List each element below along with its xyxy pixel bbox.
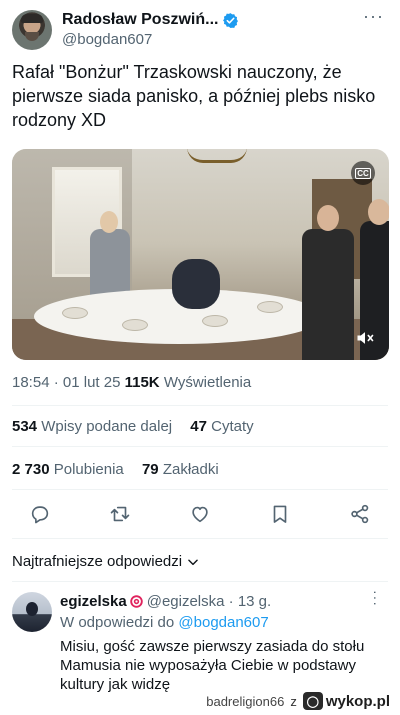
likes-label: Polubienia: [53, 461, 124, 478]
bookmarks-stat[interactable]: 79 Zakładki: [142, 461, 219, 478]
reposts-quotes-row: 534 Wpisy podane dalej 47 Cytaty: [12, 418, 254, 435]
wykop-logo-icon: ◯: [302, 692, 323, 710]
video-scene-plate: [62, 307, 88, 319]
reply-to-prefix: W odpowiedzi do: [60, 614, 175, 631]
tweet-header: Radosław Poszwiń... @bogdan607 ···: [0, 0, 400, 56]
verified-badge-icon: [223, 12, 239, 28]
divider: [12, 446, 388, 447]
quotes-count: 47: [190, 418, 207, 435]
retweet-icon[interactable]: [109, 503, 131, 525]
video-scene-person-head: [100, 211, 118, 233]
reply-author-name[interactable]: egizelska: [60, 593, 127, 610]
reposts-count: 534: [12, 418, 38, 435]
wykop-watermark: badreligion66 z ◯ wykop.pl: [206, 690, 390, 712]
reply-author-avatar[interactable]: [12, 592, 52, 632]
wykop-logo: ◯ wykop.pl: [302, 692, 390, 710]
share-icon[interactable]: [349, 503, 371, 525]
divider: [12, 538, 388, 539]
reposts-label: Wpisy podane dalej: [41, 418, 173, 435]
like-icon[interactable]: [189, 503, 211, 525]
watermark-z: z: [290, 693, 297, 709]
video-scene-plate: [202, 315, 228, 327]
reply-separator: ·: [228, 593, 234, 610]
reply-icon[interactable]: [29, 503, 51, 525]
replies-sort-dropdown[interactable]: Najtrafniejsze odpowiedzi: [12, 553, 200, 570]
tweet-video[interactable]: CC: [12, 149, 389, 360]
reply-more-options-icon[interactable]: ···: [368, 590, 384, 607]
meta-separator: ·: [53, 374, 59, 391]
quotes-stat[interactable]: 47 Cytaty: [190, 418, 253, 435]
divider: [12, 489, 388, 490]
avatar-hat: [21, 14, 43, 23]
reply-avatar-figure: [26, 602, 38, 616]
bookmarks-count: 79: [141, 461, 159, 478]
divider: [12, 405, 388, 406]
video-scene-person-head: [368, 199, 389, 225]
likes-stat[interactable]: 2 730 Polubienia: [12, 461, 124, 478]
views-count: 115K: [124, 374, 160, 391]
author-display-name[interactable]: Radosław Poszwiń...: [62, 11, 218, 29]
mute-icon[interactable]: [355, 328, 375, 348]
bookmark-icon[interactable]: [269, 503, 291, 525]
likes-count: 2 730: [12, 461, 50, 478]
tweet-meta: 18:54 · 01 lut 25 115K Wyświetlenia: [12, 374, 251, 391]
tweet-date[interactable]: 01 lut 25: [63, 374, 121, 391]
reply-author-handle[interactable]: @egizelska: [147, 593, 225, 610]
video-scene-person: [172, 259, 220, 309]
views-label: Wyświetlenia: [163, 374, 252, 391]
video-scene-plate: [257, 301, 283, 313]
quotes-label: Cytaty: [211, 418, 254, 435]
author-handle[interactable]: @bogdan607: [62, 31, 152, 48]
watermark-site: wykop.pl: [325, 692, 390, 710]
author-avatar[interactable]: [12, 10, 52, 50]
chevron-down-icon: [188, 559, 198, 565]
replies-sort-label: Najtrafniejsze odpowiedzi: [12, 553, 183, 570]
closed-captions-label: CC: [355, 167, 371, 179]
video-scene-chandelier: [187, 149, 247, 163]
tweet-action-bar: [0, 500, 400, 530]
video-scene-person-head: [317, 205, 339, 231]
reply-header: egizelska @egizelska · 13 g.: [60, 593, 271, 610]
reposts-stat[interactable]: 534 Wpisy podane dalej: [12, 418, 172, 435]
tweet-time[interactable]: 18:54: [12, 374, 50, 391]
closed-captions-icon[interactable]: CC: [351, 161, 375, 185]
divider: [12, 581, 388, 582]
video-scene-person: [302, 229, 354, 360]
bookmarks-label: Zakładki: [162, 461, 219, 478]
tweet-text: Rafał "Bonżur" Trzaskowski nauczony, że …: [12, 62, 376, 130]
reply-to-mention[interactable]: @bogdan607: [178, 614, 268, 631]
target-emoji-icon: [129, 595, 143, 608]
reply-text: Misiu, gość zawsze pierwszy zasiada do s…: [60, 638, 365, 693]
avatar-beard: [25, 32, 39, 41]
reply-age[interactable]: 13 g.: [238, 593, 271, 610]
reply-to-line: W odpowiedzi do @bogdan607: [60, 614, 269, 631]
author-name-row: Radosław Poszwiń...: [62, 11, 239, 29]
more-options-icon[interactable]: ···: [363, 6, 384, 27]
likes-bookmarks-row: 2 730 Polubienia 79 Zakładki: [12, 461, 219, 478]
watermark-user: badreligion66: [206, 693, 285, 709]
video-scene-plate: [122, 319, 148, 331]
